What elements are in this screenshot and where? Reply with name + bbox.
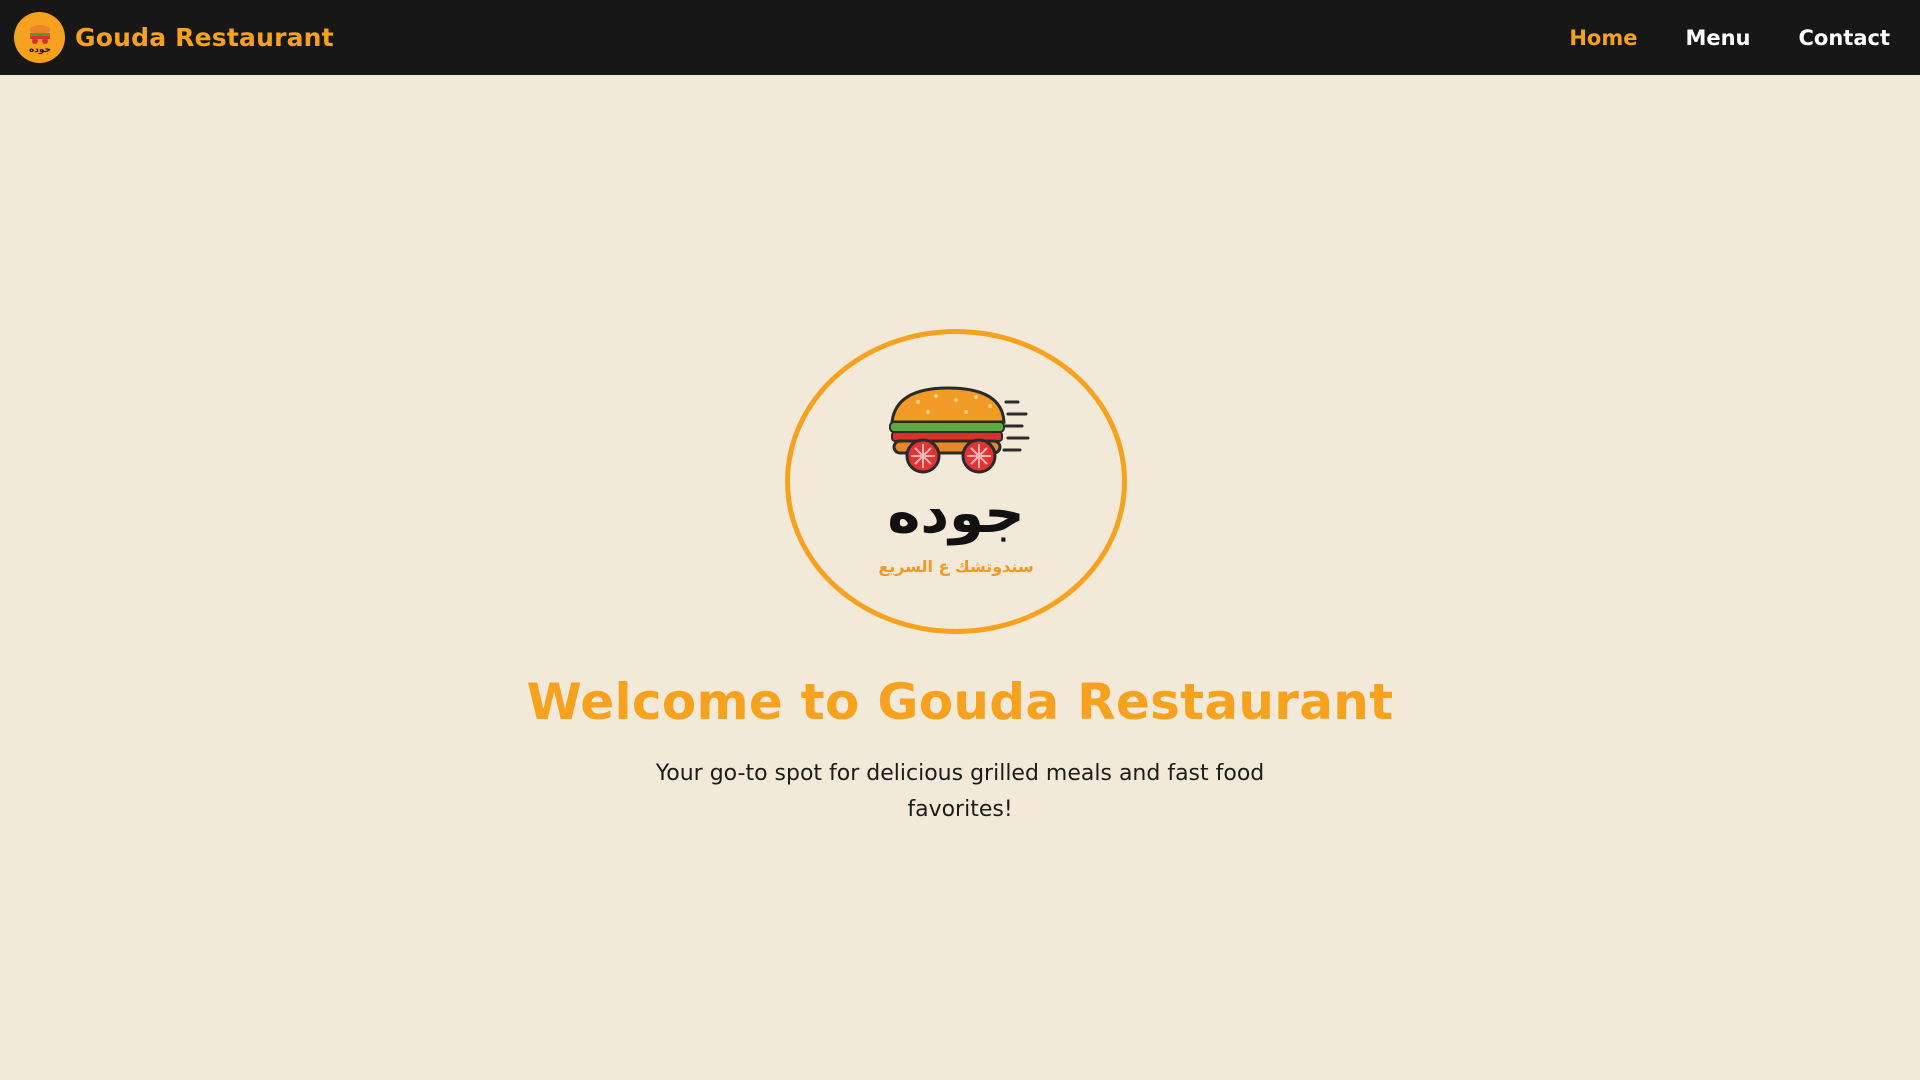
sandwich-logo-icon: جوده: [14, 12, 65, 63]
page-title: Welcome to Gouda Restaurant: [526, 673, 1394, 731]
logo-arabic-slogan: سندوتشك ع السريع: [878, 557, 1033, 576]
logo-arabic-name: جوده: [887, 481, 1024, 546]
svg-text:جوده: جوده: [28, 45, 50, 55]
hero-logo: جوده سندوتشك ع السريع: [785, 329, 1127, 634]
hero-section: جوده سندوتشك ع السريع Welcome to Gouda R…: [0, 75, 1920, 1080]
main-nav: Home Menu Contact: [1569, 26, 1890, 50]
brand-link[interactable]: جوده Gouda Restaurant: [14, 12, 334, 63]
brand-name: Gouda Restaurant: [75, 23, 334, 52]
navbar: جوده Gouda Restaurant Home Menu Contact: [0, 0, 1920, 75]
nav-home-link[interactable]: Home: [1569, 26, 1637, 50]
sandwich-logo-icon: جوده سندوتشك ع السريع: [878, 385, 1034, 576]
hero-tagline: Your go-to spot for delicious grilled me…: [655, 761, 1265, 822]
nav-contact-link[interactable]: Contact: [1799, 26, 1891, 50]
nav-menu-link[interactable]: Menu: [1685, 26, 1750, 50]
